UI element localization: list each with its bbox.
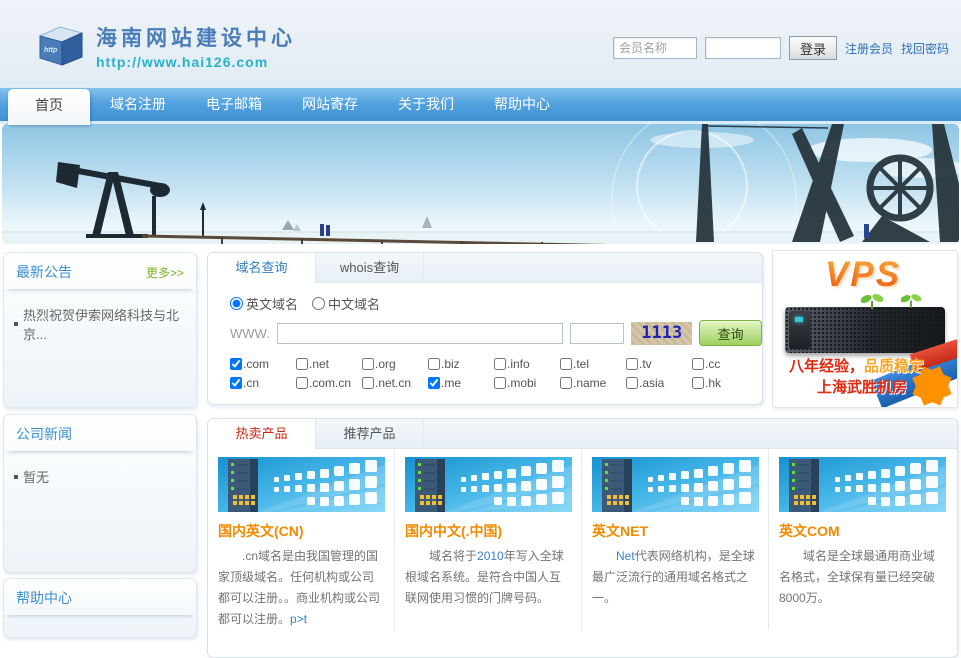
login-bar: 登录 注册会员 找回密码 [613, 36, 949, 60]
oilfield-illustration [2, 124, 959, 244]
nav-item-email[interactable]: 电子邮箱 [186, 88, 282, 121]
server-image [785, 307, 945, 353]
domain-option-hk[interactable]: .hk [692, 376, 758, 390]
domain-option-com-cn[interactable]: .com.cn [296, 376, 362, 390]
notice-list-item[interactable]: 热烈祝贺伊索网络科技与北京... [14, 305, 186, 343]
product-card-net[interactable]: 英文NET Net代表网络机构，是全球最广泛流行的通用域名格式之一。 [582, 449, 769, 630]
notice-title: 最新公告 [16, 262, 72, 282]
tab-recommended-products[interactable]: 推荐产品 [316, 419, 424, 448]
radio-chinese-domain[interactable]: 中文域名 [312, 294, 380, 313]
product-card-com[interactable]: 英文COM 域名是全球最通用商业域名格式，全球保有量已经突破8000万。 [769, 449, 956, 630]
nav-item-help[interactable]: 帮助中心 [474, 88, 570, 121]
news-title: 公司新闻 [16, 424, 72, 444]
notice-more-link[interactable]: 更多>> [146, 264, 184, 281]
radio-english-domain[interactable]: 英文域名 [230, 294, 298, 313]
help-box: 帮助中心 [3, 578, 197, 638]
site-title: 海南网站建设中心 [96, 22, 296, 52]
promo-badge-icon [912, 366, 952, 406]
chinese-domain-radio[interactable] [312, 297, 325, 310]
english-domain-radio[interactable] [230, 297, 243, 310]
username-field[interactable] [613, 37, 697, 59]
domain-query-panel: 域名查询 whois查询 英文域名 中文域名 WWW. 1113 查询 .com… [207, 252, 763, 405]
help-title: 帮助中心 [16, 588, 72, 608]
logo-cube-icon: http [34, 23, 86, 69]
domain-option-name[interactable]: .name [560, 376, 626, 390]
product-card-chinese[interactable]: 国内中文(.中国) 域名将于2010年写入全球根域名系统。是符合中国人互联网使用… [395, 449, 582, 630]
main-nav: 首页 域名注册 电子邮箱 网站寄存 关于我们 帮助中心 [0, 88, 961, 121]
domain-option-asia[interactable]: .asia [626, 376, 692, 390]
domain-option-com[interactable]: .com [230, 357, 296, 371]
forgot-password-link[interactable]: 找回密码 [901, 40, 949, 57]
sprout-icon [861, 293, 883, 309]
svg-text:http: http [44, 47, 58, 54]
site-logo[interactable]: http 海南网站建设中心 http://www.hai126.com [34, 22, 296, 70]
captcha-image: 1113 [631, 322, 692, 345]
domain-option-net-cn[interactable]: .net.cn [362, 376, 428, 390]
sprout-icon [901, 293, 921, 308]
domain-option-net[interactable]: .net [296, 357, 362, 371]
bullet-icon [14, 475, 18, 479]
vps-slogan-line2: 上海武胜机房 [817, 376, 907, 397]
server-thumbnail [592, 457, 759, 512]
query-button[interactable]: 查询 [699, 320, 762, 346]
product-card-cn[interactable]: 国内英文(CN) .cn域名是由我国管理的国家顶级域名。任何机构或公司都可以注册… [208, 449, 395, 630]
domain-option-tel[interactable]: .tel [560, 357, 626, 371]
domain-option-org[interactable]: .org [362, 357, 428, 371]
server-thumbnail [405, 457, 572, 512]
site-url: http://www.hai126.com [96, 54, 296, 70]
www-prefix-label: WWW. [230, 326, 270, 341]
tab-whois-query[interactable]: whois查询 [316, 253, 424, 282]
nav-item-domain-register[interactable]: 域名注册 [90, 88, 186, 121]
domain-option-cc[interactable]: .cc [692, 357, 758, 371]
nav-item-home[interactable]: 首页 [8, 89, 90, 125]
password-field[interactable] [705, 37, 781, 59]
page-header: http 海南网站建设中心 http://www.hai126.com 登录 注… [0, 0, 961, 88]
tab-hot-products[interactable]: 热卖产品 [208, 419, 316, 450]
domain-option-mobi[interactable]: .mobi [494, 376, 560, 390]
domain-extension-grid: .com .net .org .biz .info .tel .tv .cc .… [230, 357, 762, 390]
domain-name-input[interactable] [277, 323, 564, 344]
news-list-item[interactable]: 暂无 [14, 467, 186, 486]
register-link[interactable]: 注册会员 [845, 40, 893, 57]
login-button[interactable]: 登录 [789, 36, 837, 60]
domain-option-tv[interactable]: .tv [626, 357, 692, 371]
nav-item-about[interactable]: 关于我们 [378, 88, 474, 121]
vps-ad-banner[interactable]: VPS 八年经验，品质稳定 上海武胜机房 [772, 250, 958, 408]
domain-option-cn[interactable]: .cn [230, 376, 296, 390]
domain-option-biz[interactable]: .biz [428, 357, 494, 371]
server-thumbnail [218, 457, 385, 512]
products-panel: 热卖产品 推荐产品 国内英文(CN) .cn域名是由我国管理的国家顶级域名。任何… [207, 418, 958, 658]
hero-banner [2, 124, 959, 244]
nav-item-hosting[interactable]: 网站寄存 [282, 88, 378, 121]
captcha-input[interactable] [570, 323, 624, 344]
tab-domain-query[interactable]: 域名查询 [208, 253, 316, 284]
domain-option-me[interactable]: .me [428, 376, 494, 390]
domain-option-info[interactable]: .info [494, 357, 560, 371]
bullet-icon [14, 322, 18, 326]
vps-logo-text: VPS [825, 255, 901, 295]
notice-box: 最新公告 更多>> 热烈祝贺伊索网络科技与北京... [3, 252, 197, 408]
vps-slogan-line1: 八年经验，品质稳定 [789, 355, 924, 376]
news-box: 公司新闻 暂无 [3, 414, 197, 573]
server-thumbnail [779, 457, 946, 512]
